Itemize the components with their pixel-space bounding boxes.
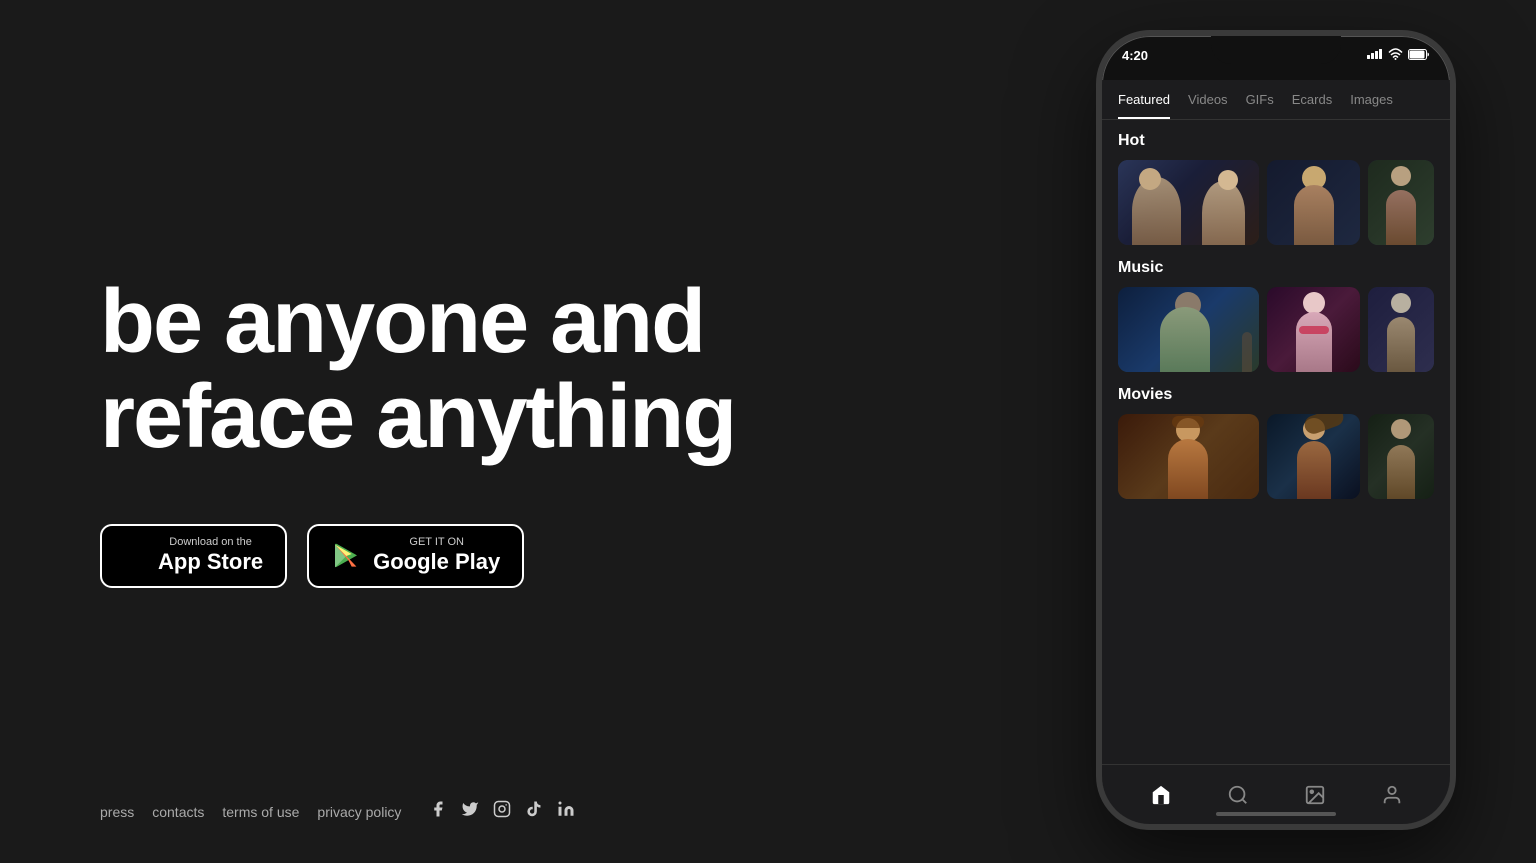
google-play-button[interactable]: GET IT ON Google Play <box>307 524 524 588</box>
movies-thumb-3[interactable] <box>1368 414 1434 499</box>
google-play-small-text: GET IT ON <box>373 536 500 549</box>
apple-icon:  <box>124 540 148 572</box>
status-icons <box>1367 46 1430 60</box>
music-thumb-3[interactable] <box>1368 287 1434 372</box>
linkedin-icon[interactable] <box>557 800 575 823</box>
music-thumbnails <box>1118 287 1434 372</box>
store-buttons:  Download on the App Store GET IT ON Go… <box>100 524 850 588</box>
hot-thumb-2[interactable] <box>1267 160 1361 245</box>
nav-profile-icon[interactable] <box>1381 784 1403 806</box>
google-play-large-text: Google Play <box>373 549 500 575</box>
footer-privacy-link[interactable]: privacy policy <box>317 804 401 820</box>
headline-line1: be anyone and <box>100 272 704 372</box>
hot-section: Hot <box>1102 132 1450 259</box>
headline-line2: reface anything <box>100 367 735 467</box>
twitter-icon[interactable] <box>461 800 479 823</box>
movies-thumbnails <box>1118 414 1434 499</box>
tab-videos[interactable]: Videos <box>1188 92 1228 119</box>
app-store-button[interactable]:  Download on the App Store <box>100 524 287 588</box>
instagram-icon[interactable] <box>493 800 511 823</box>
app-content: Featured Videos GIFs Ecards Images Hot <box>1102 80 1450 764</box>
nav-home-icon[interactable] <box>1150 784 1172 806</box>
tab-images[interactable]: Images <box>1350 92 1393 119</box>
hot-thumb-3[interactable] <box>1368 160 1434 245</box>
tab-gifs[interactable]: GIFs <box>1246 92 1274 119</box>
left-panel: be anyone and reface anything  Download… <box>100 0 850 863</box>
footer-press-link[interactable]: press <box>100 804 134 820</box>
music-thumb-1[interactable] <box>1118 287 1259 372</box>
wifi-icon <box>1388 48 1403 60</box>
footer-contacts-link[interactable]: contacts <box>152 804 204 820</box>
social-icons <box>429 800 575 823</box>
movies-thumb-2[interactable] <box>1267 414 1361 499</box>
google-play-text: GET IT ON Google Play <box>373 536 500 576</box>
footer-terms-link[interactable]: terms of use <box>222 804 299 820</box>
facebook-icon[interactable] <box>429 800 447 823</box>
tab-ecards[interactable]: Ecards <box>1292 92 1332 119</box>
hot-thumb-1[interactable] <box>1118 160 1259 245</box>
nav-search-icon[interactable] <box>1227 784 1249 806</box>
battery-icon <box>1408 49 1430 60</box>
tiktok-icon[interactable] <box>525 800 543 823</box>
headline: be anyone and reface anything <box>100 275 850 464</box>
tab-featured[interactable]: Featured <box>1118 92 1170 119</box>
footer: press contacts terms of use privacy poli… <box>100 800 575 823</box>
phone-mockup: 4:20 <box>1096 30 1456 830</box>
nav-media-icon[interactable] <box>1304 784 1326 806</box>
phone-notch <box>1211 36 1341 64</box>
hot-thumbnails <box>1118 160 1434 245</box>
signal-icon <box>1367 49 1383 59</box>
movies-section: Movies <box>1102 386 1450 513</box>
music-section: Music <box>1102 259 1450 386</box>
movies-thumb-1[interactable] <box>1118 414 1259 499</box>
tab-bar: Featured Videos GIFs Ecards Images <box>1102 80 1450 120</box>
movies-section-title: Movies <box>1118 386 1434 404</box>
app-store-small-text: Download on the <box>158 536 263 549</box>
music-section-title: Music <box>1118 259 1434 277</box>
google-play-icon <box>331 540 363 572</box>
home-indicator <box>1216 812 1336 816</box>
hot-section-title: Hot <box>1118 132 1434 150</box>
music-thumb-2[interactable] <box>1267 287 1361 372</box>
status-time: 4:20 <box>1122 46 1148 63</box>
app-store-text: Download on the App Store <box>158 536 263 576</box>
phone-shell: 4:20 <box>1096 30 1456 830</box>
app-store-large-text: App Store <box>158 549 263 575</box>
